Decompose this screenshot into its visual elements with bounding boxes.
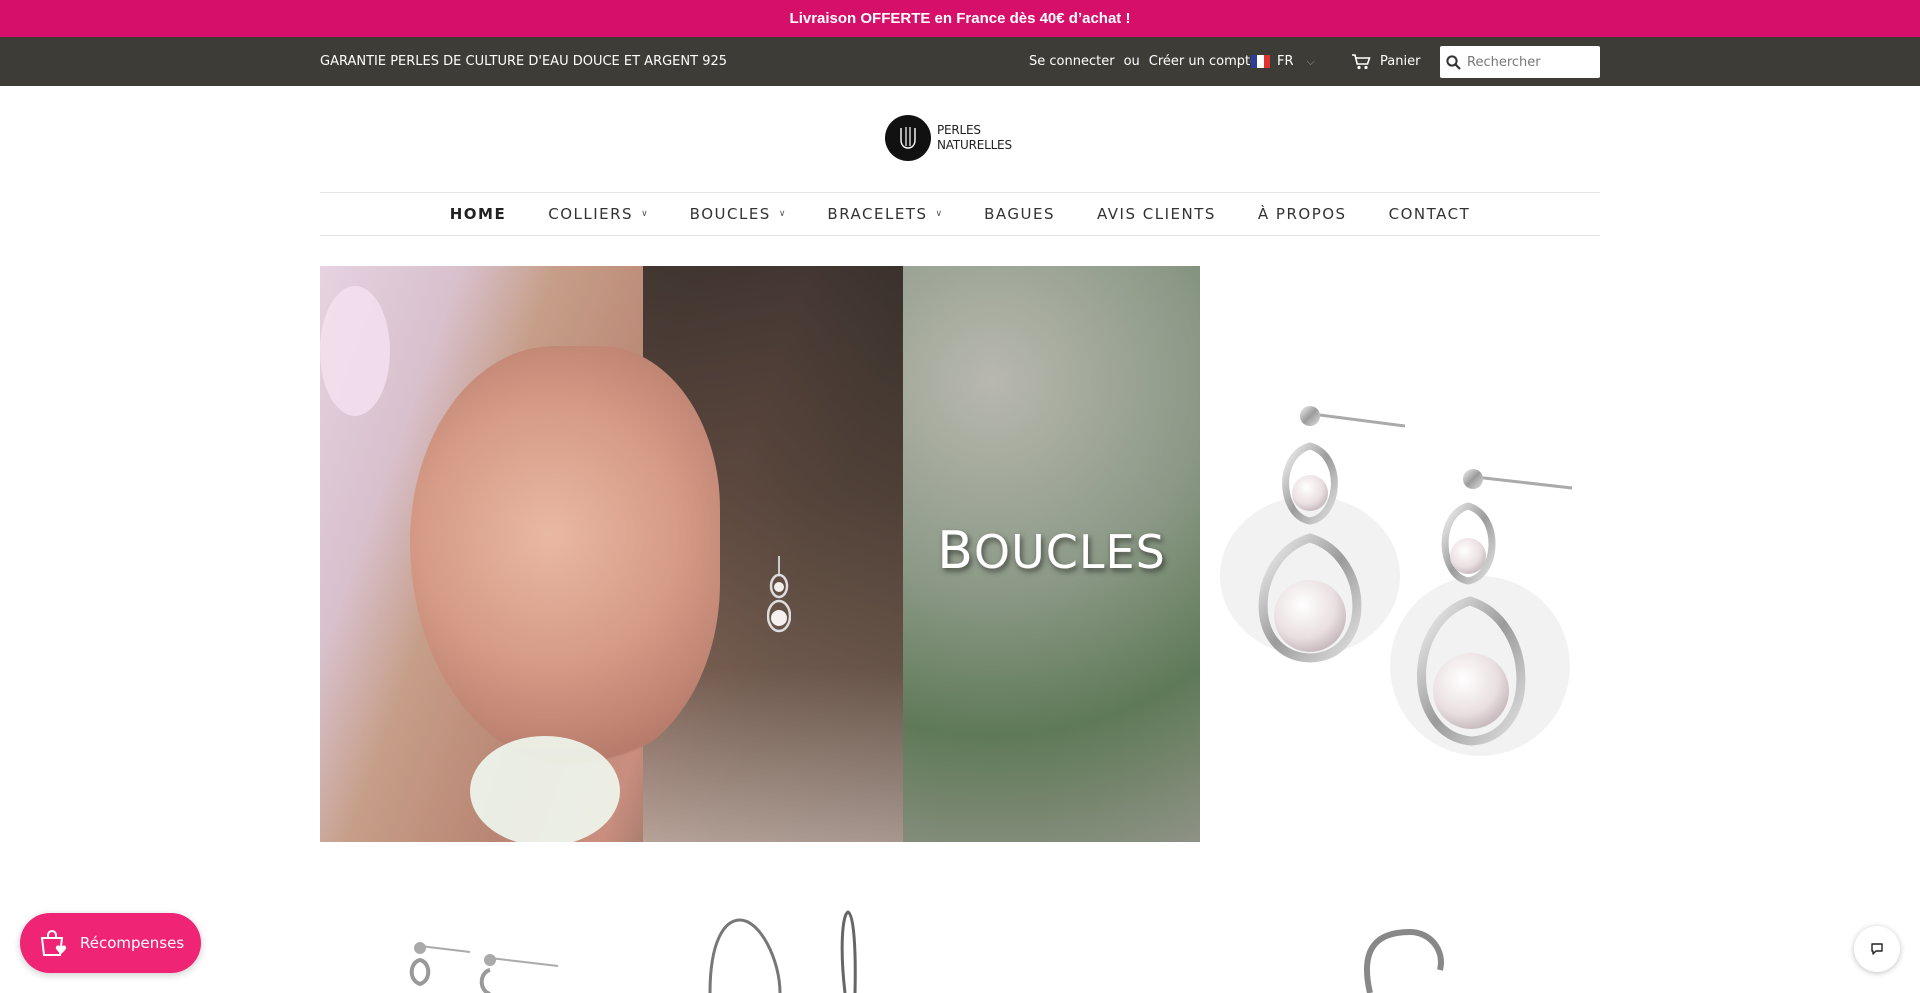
hero-title-rest: OUCLES [973,525,1166,579]
hero-title: BOUCLES [903,521,1200,581]
language-code: FR [1277,54,1294,69]
chat-button[interactable] [1854,926,1900,972]
logo-line-2: NATURELLES [937,138,1012,152]
site-logo[interactable]: PERLES NATURELLES [885,115,1012,161]
account-links: Se connecter ou Créer un compte [1029,37,1258,86]
top-bar: GARANTIE PERLES DE CULTURE D'EAU DOUCE E… [0,37,1920,86]
rewards-label: Récompenses [80,934,185,952]
nav-bracelets[interactable]: BRACELETS ∨ [806,205,963,223]
main-navigation: HOME COLLIERS ∨ BOUCLES ∨ BRACELETS ∨ BAGUE… [320,192,1600,236]
logo-line-1: PERLES [937,123,981,137]
nav-label: AVIS CLIENTS [1096,205,1216,223]
announcement-bar: Livraison OFFERTE en France dès 40€ d’ac… [0,0,1920,37]
search-input[interactable] [1467,54,1591,70]
nav-colliers[interactable]: COLLIERS ∨ [527,205,668,223]
hero-banner[interactable]: BOUCLES [320,266,1200,842]
face-area [410,346,720,766]
hero-model-photo [320,266,903,842]
nav-label: BOUCLES [689,205,771,223]
nav-contact[interactable]: CONTACT [1368,205,1492,223]
nav-label: COLLIERS [548,205,634,223]
featured-earrings-image[interactable] [1200,266,1600,842]
earring-icon [767,556,791,633]
announcement-text: Livraison OFFERTE en France dès 40€ d’ac… [789,10,1131,27]
gift-bag-icon [40,930,67,956]
hero-title-initial: B [937,521,974,581]
rewards-button[interactable]: Récompenses [20,913,201,973]
earrings-illustration [1220,406,1573,756]
nav-avis-clients[interactable]: AVIS CLIENTS [1076,205,1237,223]
or-text: ou [1123,54,1140,69]
thumbnail-previews [409,910,1444,993]
chevron-down-icon: ⌵ [1306,54,1315,68]
logo-text: PERLES NATURELLES [937,123,1012,153]
petal-decoration [320,286,390,416]
logo-mark [885,115,931,161]
chat-bubble-icon [1871,943,1883,955]
chevron-down-icon: ∨ [641,209,648,219]
nav-boucles[interactable]: BOUCLES ∨ [669,205,807,223]
nav-label: À PROPOS [1257,205,1347,223]
search-box [1440,46,1600,78]
search-icon[interactable] [1446,54,1461,70]
cart-link[interactable]: Panier [1351,37,1420,86]
language-selector[interactable]: FR ⌵ [1251,37,1315,86]
tagline: GARANTIE PERLES DE CULTURE D'EAU DOUCE E… [320,54,728,69]
nav-bagues[interactable]: BAGUES [963,205,1076,223]
chevron-down-icon: ∨ [935,209,943,219]
nav-label: HOME [449,205,507,223]
france-flag-icon [1251,55,1270,68]
register-link[interactable]: Créer un compte [1149,54,1258,69]
petal-decoration [470,736,620,842]
nav-label: CONTACT [1388,205,1471,223]
nav-a-propos[interactable]: À PROPOS [1237,205,1368,223]
chevron-down-icon: ∨ [778,209,786,219]
nav-label: BRACELETS [827,205,928,223]
cart-label: Panier [1380,54,1421,69]
product-thumbnails-row [320,900,1600,993]
cart-icon [1352,53,1371,69]
nav-home[interactable]: HOME [429,205,527,223]
login-link[interactable]: Se connecter [1029,54,1115,69]
nav-label: BAGUES [984,205,1055,223]
